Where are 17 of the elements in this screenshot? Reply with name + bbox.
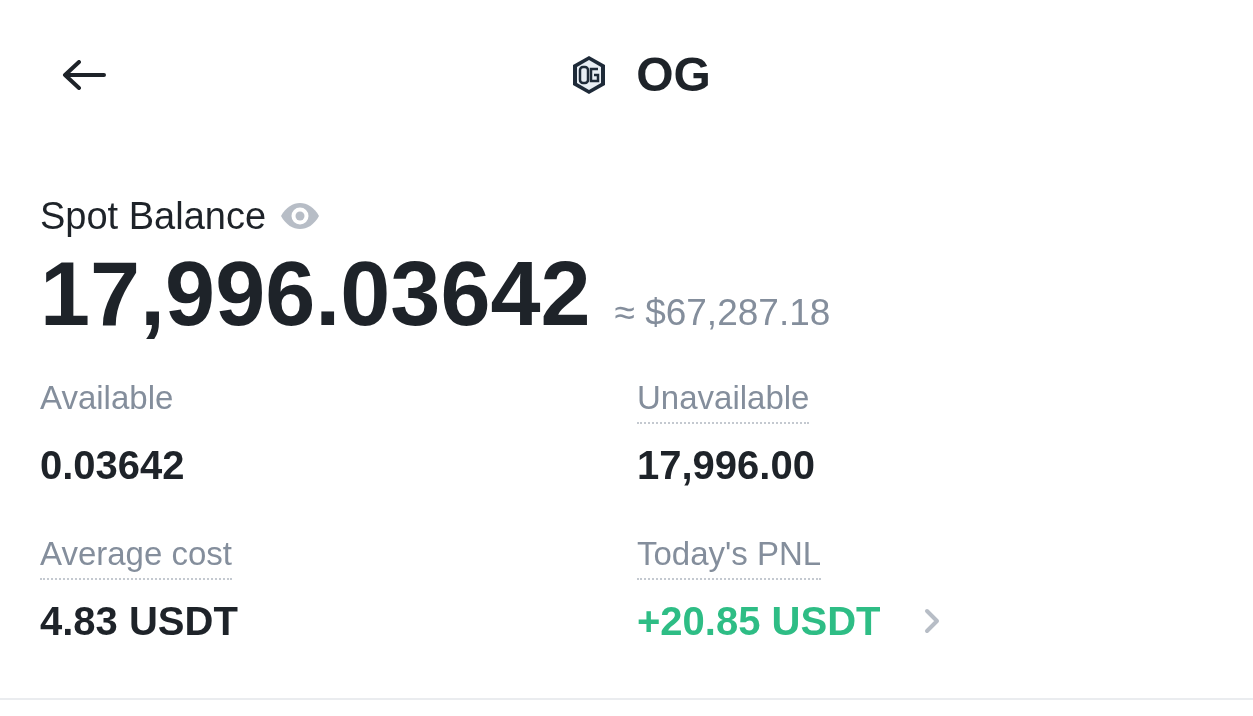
chevron-right-icon[interactable] — [924, 608, 941, 634]
stat-value: 0.03642 — [40, 442, 185, 488]
stat-value: +20.85 USDT — [637, 598, 881, 644]
stat-label[interactable]: Unavailable — [637, 378, 810, 424]
balance-label: Spot Balance — [40, 194, 267, 238]
stat-label[interactable]: Today's PNL — [637, 534, 822, 580]
hexagon-logo-icon — [572, 55, 607, 95]
page-title: OG — [636, 47, 711, 103]
stat-label: Available — [40, 378, 174, 418]
back-arrow-icon — [62, 60, 106, 90]
stat-value: 17,996.00 — [637, 442, 815, 488]
eye-icon[interactable] — [280, 202, 321, 230]
stat-value: 4.83 USDT — [40, 598, 238, 644]
balance-amount: 17,996.03642 — [40, 248, 591, 340]
stat-label[interactable]: Average cost — [40, 534, 232, 580]
back-button[interactable] — [60, 58, 108, 92]
approx-value: ≈ $67,287.18 — [614, 291, 831, 335]
